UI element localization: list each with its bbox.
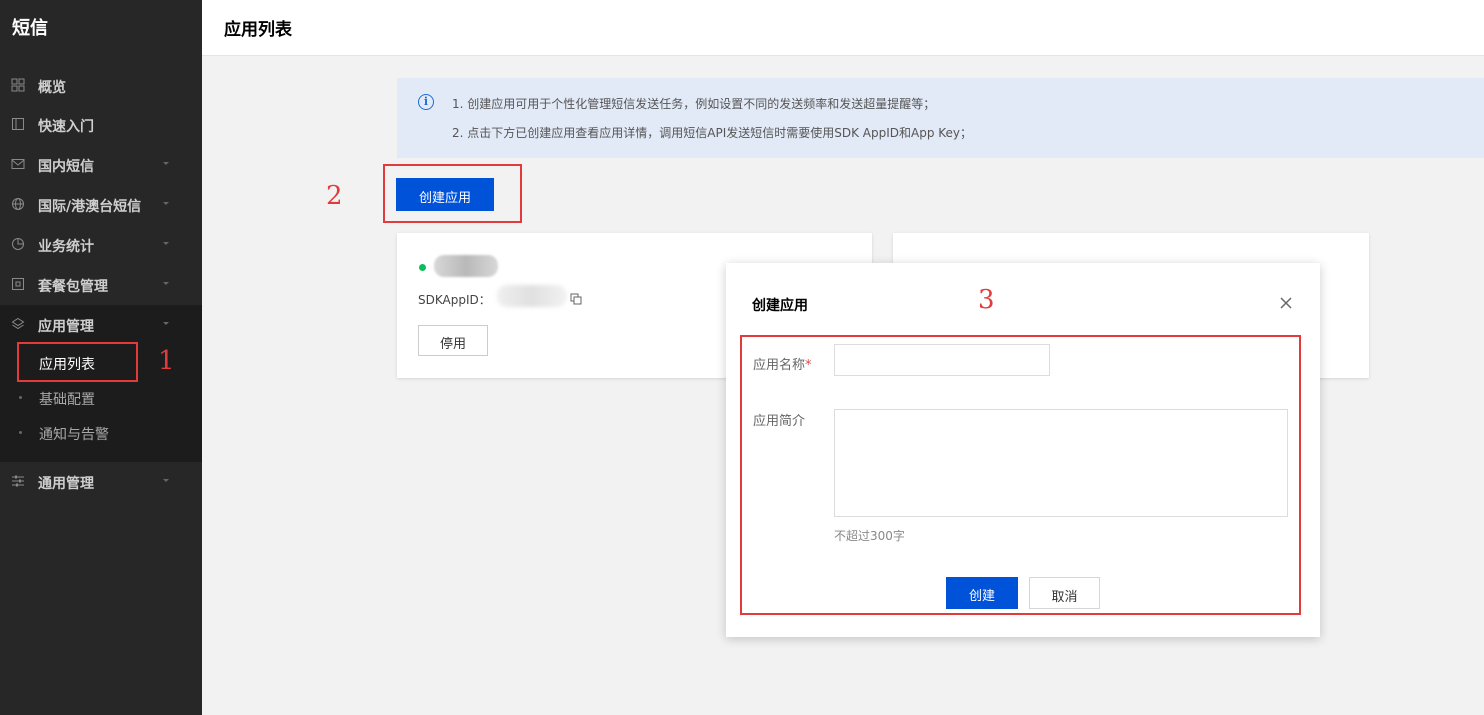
sidebar-item-international-sms[interactable]: 国际/港澳台短信 [0,185,202,225]
grid-icon [10,78,26,94]
layers-icon [10,317,26,333]
sliders-icon [10,474,26,490]
redacted-sdk-appid [497,285,567,307]
annotation-number-1: 1 [158,346,175,376]
pie-chart-icon [10,237,26,253]
sidebar-item-label: 套餐包管理 [38,279,108,295]
sidebar-item-general-management[interactable]: 通用管理 [0,462,202,502]
status-dot [419,264,426,271]
info-icon: i [418,94,434,110]
page-title: 应用列表 [224,20,292,40]
chevron-down-icon [160,197,172,209]
chevron-down-icon [160,157,172,169]
sidebar-title: 短信 [12,18,48,39]
book-icon [10,117,26,133]
chevron-down-icon [160,317,172,329]
sidebar-item-overview[interactable]: 概览 [0,66,202,106]
sidebar-sub-label: 通知与告警 [39,427,109,443]
sidebar-item-package[interactable]: 套餐包管理 [0,265,202,305]
bullet-icon [19,396,22,399]
sidebar-item-domestic-sms[interactable]: 国内短信 [0,145,202,185]
dialog-title: 创建应用 [752,298,808,314]
sidebar-item-label: 概览 [38,80,66,96]
annotation-number-3: 3 [978,285,995,315]
annotation-box-3 [740,335,1301,615]
sdk-appid-label: SDKAppID： [418,293,491,307]
bullet-icon [19,431,22,434]
redacted-app-name [434,255,498,277]
sidebar-item-label: 应用管理 [38,319,94,335]
sidebar-item-label: 国际/港澳台短信 [38,199,142,215]
chevron-down-icon [160,277,172,289]
page-header: 应用列表 [202,0,1484,56]
sidebar-item-label: 快速入门 [38,119,94,135]
sidebar-sub-basic-config[interactable]: 基础配置 [0,381,202,415]
mail-icon [10,157,26,173]
annotation-number-2: 2 [326,181,343,211]
package-icon [10,277,26,293]
chevron-down-icon [160,237,172,249]
disable-app-button[interactable]: 停用 [418,325,488,356]
sidebar-item-statistics[interactable]: 业务统计 [0,225,202,265]
sidebar-item-app-management[interactable]: 应用管理 [0,305,202,345]
globe-icon [10,197,26,213]
annotation-box-1 [17,342,138,382]
sidebar-sub-notifications[interactable]: 通知与告警 [0,416,202,450]
info-line-2: 2. 点击下方已创建应用查看应用详情，调用短信API发送短信时需要使用SDK A… [452,126,973,140]
sidebar-item-quickstart[interactable]: 快速入门 [0,105,202,145]
info-banner: i 1. 创建应用可用于个性化管理短信发送任务，例如设置不同的发送频率和发送超量… [397,78,1484,158]
annotation-box-2 [383,164,522,223]
close-icon[interactable] [1278,295,1294,311]
info-line-1: 1. 创建应用可用于个性化管理短信发送任务，例如设置不同的发送频率和发送超量提醒… [452,97,936,111]
sidebar-item-label: 国内短信 [38,159,94,175]
sidebar-item-label: 通用管理 [38,476,94,492]
chevron-down-icon [160,474,172,486]
sidebar-item-label: 业务统计 [38,239,94,255]
sidebar-sub-label: 基础配置 [39,392,95,408]
disable-app-button-label: 停用 [439,336,466,351]
copy-icon[interactable] [570,293,582,305]
